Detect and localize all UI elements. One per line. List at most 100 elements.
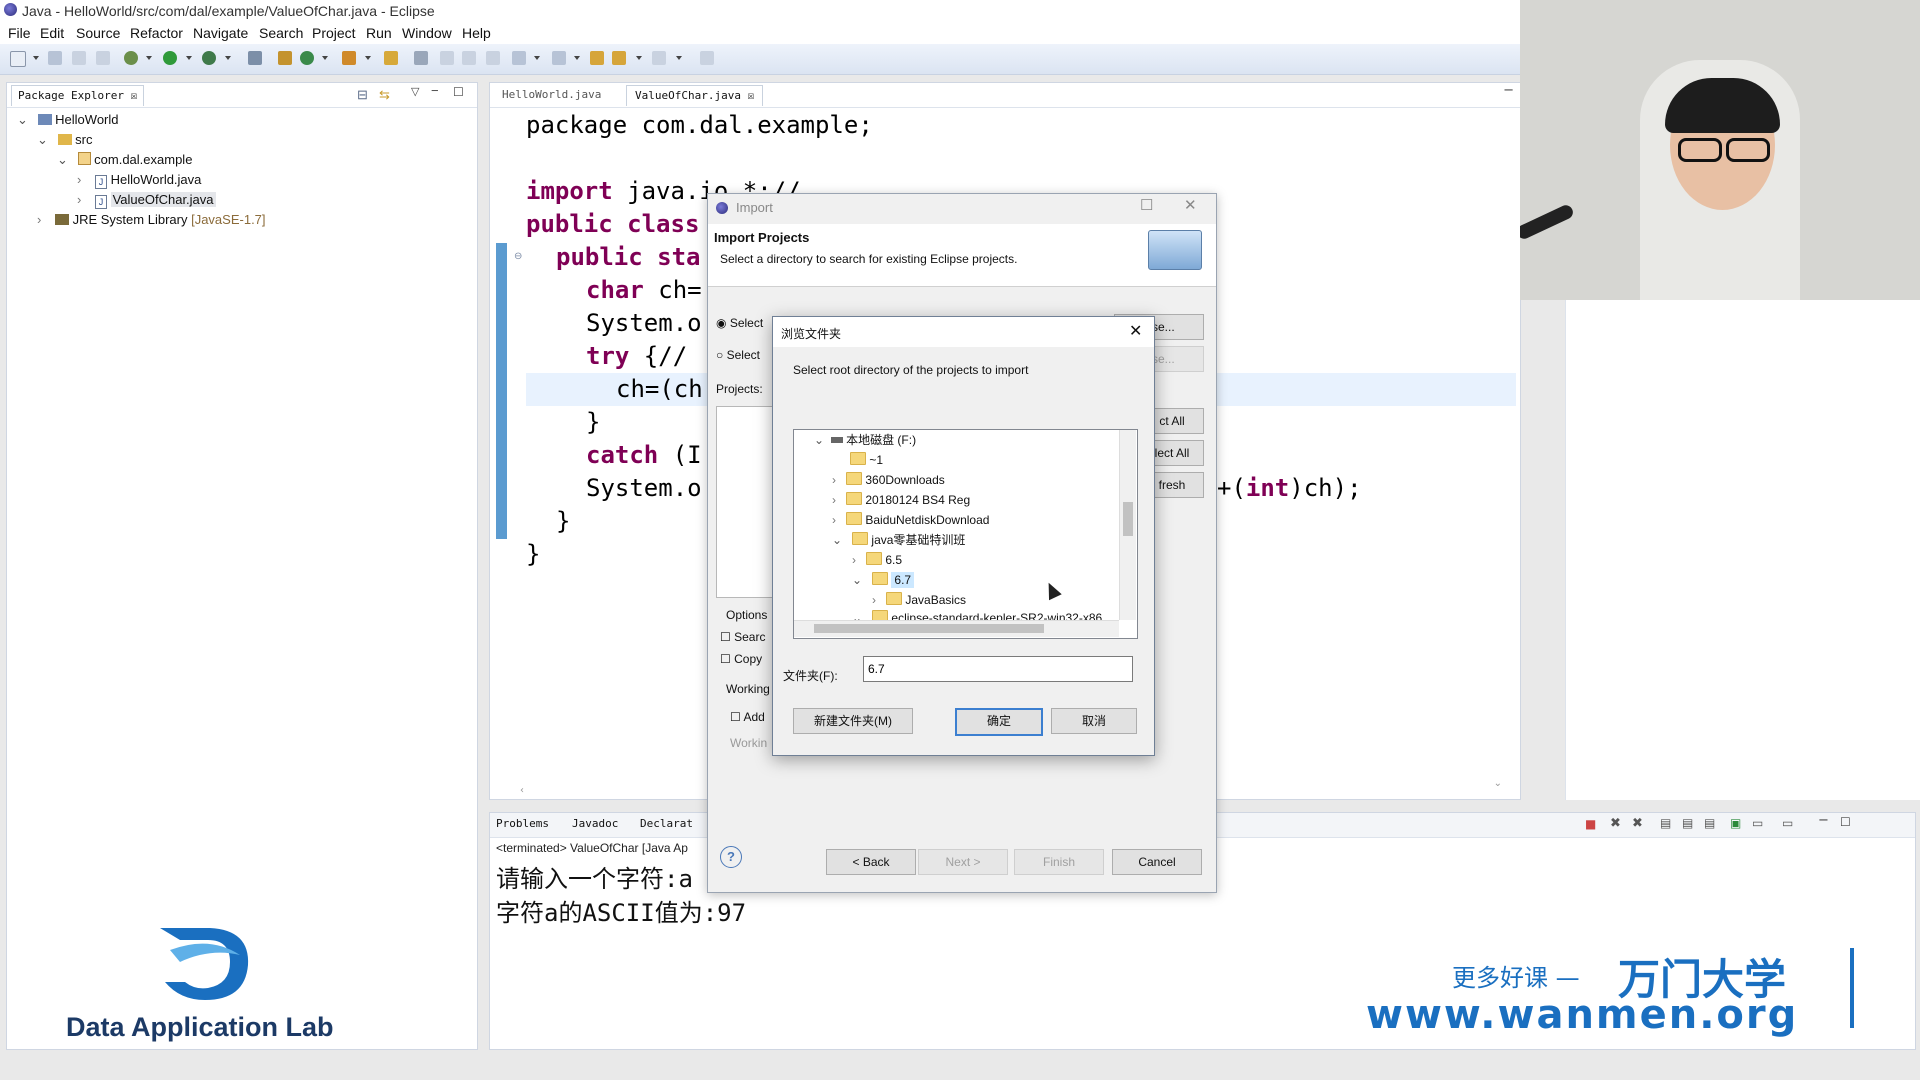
code-line[interactable]: public class xyxy=(526,208,699,241)
tree-jre[interactable]: › JRE System Library [JavaSE-1.7] xyxy=(37,211,266,229)
run-icon[interactable] xyxy=(163,51,177,65)
tab-javadoc[interactable]: Javadoc xyxy=(572,817,618,830)
prev-annotation-dropdown-icon[interactable] xyxy=(574,56,580,60)
close-icon[interactable]: ✕ xyxy=(1129,321,1142,341)
whitespace-icon[interactable] xyxy=(486,51,500,65)
block-selection-icon[interactable] xyxy=(462,51,476,65)
search-icon[interactable] xyxy=(414,51,428,65)
menu-file[interactable]: File xyxy=(8,25,31,41)
new-package-icon[interactable] xyxy=(278,51,292,65)
scrollbar-thumb[interactable] xyxy=(814,624,1044,633)
pin-editor-icon[interactable] xyxy=(700,51,714,65)
cancel-button[interactable]: Cancel xyxy=(1112,849,1202,875)
working-add-checkbox[interactable]: ☐ Add xyxy=(730,710,765,724)
menu-window[interactable]: Window xyxy=(402,25,452,41)
pin-console-icon[interactable]: ▣ xyxy=(1730,816,1741,830)
terminate-icon[interactable]: ■ xyxy=(1585,817,1596,831)
tree-file-helloworld[interactable]: › J HelloWorld.java xyxy=(77,171,201,189)
code-line[interactable]: } xyxy=(526,538,540,571)
tree-node[interactable]: › BaiduNetdiskDownload xyxy=(832,510,989,530)
tree-project[interactable]: ⌄ HelloWorld xyxy=(17,111,119,129)
menu-refactor[interactable]: Refactor xyxy=(130,25,183,41)
maximize-icon[interactable]: ☐ xyxy=(453,85,464,99)
projects-list[interactable] xyxy=(716,406,778,598)
close-icon[interactable]: ✕ xyxy=(1184,196,1197,214)
tree-node-selected[interactable]: ⌄ 6.7 xyxy=(852,570,915,590)
skip-breakpoints-icon[interactable] xyxy=(248,51,262,65)
last-edit-icon[interactable] xyxy=(590,51,604,65)
maximize-icon[interactable]: ☐ xyxy=(1140,196,1153,214)
fold-icon[interactable]: ⊖ xyxy=(514,251,522,262)
tree-node[interactable]: ⌄ eclipse-standard-kepler-SR2-win32-x86 xyxy=(852,608,1102,620)
debug-icon[interactable] xyxy=(124,51,138,65)
open-folder-icon[interactable] xyxy=(384,51,398,65)
tools-dropdown-icon[interactable] xyxy=(225,56,231,60)
tree-node[interactable]: ⌄ java零基础特训班 xyxy=(832,530,965,550)
display-console-icon[interactable]: ▭ xyxy=(1752,816,1763,830)
menu-help[interactable]: Help xyxy=(462,25,491,41)
type-dropdown-icon[interactable] xyxy=(365,56,371,60)
code-line[interactable]: char ch= xyxy=(586,274,702,307)
tree-node[interactable]: ~1 xyxy=(850,450,883,470)
new-folder-button[interactable]: 新建文件夹(M) xyxy=(793,708,913,734)
open-console-icon[interactable]: ▭ xyxy=(1782,816,1793,830)
tab-declaration[interactable]: Declarat xyxy=(640,817,693,830)
minimize-icon[interactable]: − xyxy=(431,83,439,98)
open-type-icon[interactable] xyxy=(342,51,356,65)
scrollbar-thumb[interactable] xyxy=(1123,502,1133,536)
cancel-button[interactable]: 取消 xyxy=(1051,708,1137,734)
forward-icon[interactable] xyxy=(652,51,666,65)
menu-search[interactable]: Search xyxy=(259,25,303,41)
vertical-scrollbar[interactable] xyxy=(1119,430,1136,620)
print-icon[interactable] xyxy=(96,51,110,65)
new-dropdown-icon[interactable] xyxy=(33,56,39,60)
next-annotation-icon[interactable] xyxy=(512,51,526,65)
help-icon[interactable]: ? xyxy=(720,846,742,868)
menu-navigate[interactable]: Navigate xyxy=(193,25,248,41)
horizontal-scrollbar[interactable] xyxy=(794,620,1119,637)
ok-button[interactable]: 确定 xyxy=(955,708,1043,736)
run-dropdown-icon[interactable] xyxy=(186,56,192,60)
view-menu-icon[interactable]: ▽ xyxy=(411,85,419,98)
menu-source[interactable]: Source xyxy=(76,25,120,41)
tree-node-drive[interactable]: ⌄ 本地磁盘 (F:) xyxy=(814,430,916,450)
toggle-mark-icon[interactable] xyxy=(440,51,454,65)
option-copy-projects[interactable]: ☐ Copy xyxy=(720,652,762,666)
package-explorer-tab[interactable]: Package Explorer ☒ xyxy=(11,85,145,106)
menu-edit[interactable]: Edit xyxy=(40,25,64,41)
code-line[interactable]: System.o xyxy=(586,472,702,505)
annotation-dropdown-icon[interactable] xyxy=(534,56,540,60)
save-icon[interactable] xyxy=(48,51,62,65)
radio-select-archive[interactable]: ○ Select xyxy=(716,348,760,362)
remove-launch-icon[interactable]: ✖ xyxy=(1610,816,1621,831)
folder-name-input[interactable] xyxy=(863,656,1133,682)
new-class-icon[interactable] xyxy=(300,51,314,65)
save-all-icon[interactable] xyxy=(72,51,86,65)
tab-problems[interactable]: Problems xyxy=(496,817,549,830)
tree-node[interactable]: › 20180124 BS4 Reg xyxy=(832,490,970,510)
scroll-down-icon[interactable]: ⌄ xyxy=(1494,778,1502,789)
tree-package[interactable]: ⌄ com.dal.example xyxy=(57,151,192,169)
back-dropdown-icon[interactable] xyxy=(636,56,642,60)
code-line[interactable]: } xyxy=(586,406,600,439)
tree-node[interactable]: › 6.5 xyxy=(852,550,902,570)
tab-helloworld[interactable]: HelloWorld.java xyxy=(494,85,609,105)
code-line[interactable]: public sta xyxy=(556,241,701,274)
minimize-icon[interactable]: − xyxy=(1818,813,1829,828)
code-line[interactable]: package com.dal.example; xyxy=(526,109,873,142)
link-editor-icon[interactable]: ⇆ xyxy=(379,87,390,103)
finish-button[interactable]: Finish xyxy=(1014,849,1104,875)
code-line-tail[interactable]: +(int)ch); xyxy=(1217,472,1362,505)
prev-annotation-icon[interactable] xyxy=(552,51,566,65)
code-line[interactable]: catch (I xyxy=(586,439,702,472)
code-line[interactable]: } xyxy=(556,505,570,538)
tree-src[interactable]: ⌄ src xyxy=(37,131,93,149)
remove-all-icon[interactable]: ✖ xyxy=(1632,816,1643,831)
word-wrap-icon[interactable]: ▤ xyxy=(1704,816,1715,830)
external-tools-icon[interactable] xyxy=(202,51,216,65)
option-search-nested[interactable]: ☐ Searc xyxy=(720,630,765,644)
back-icon[interactable] xyxy=(612,51,626,65)
back-button[interactable]: < Back xyxy=(826,849,916,875)
minimize-icon[interactable]: − xyxy=(1503,83,1514,98)
collapse-all-icon[interactable]: ⊟ xyxy=(357,87,368,103)
